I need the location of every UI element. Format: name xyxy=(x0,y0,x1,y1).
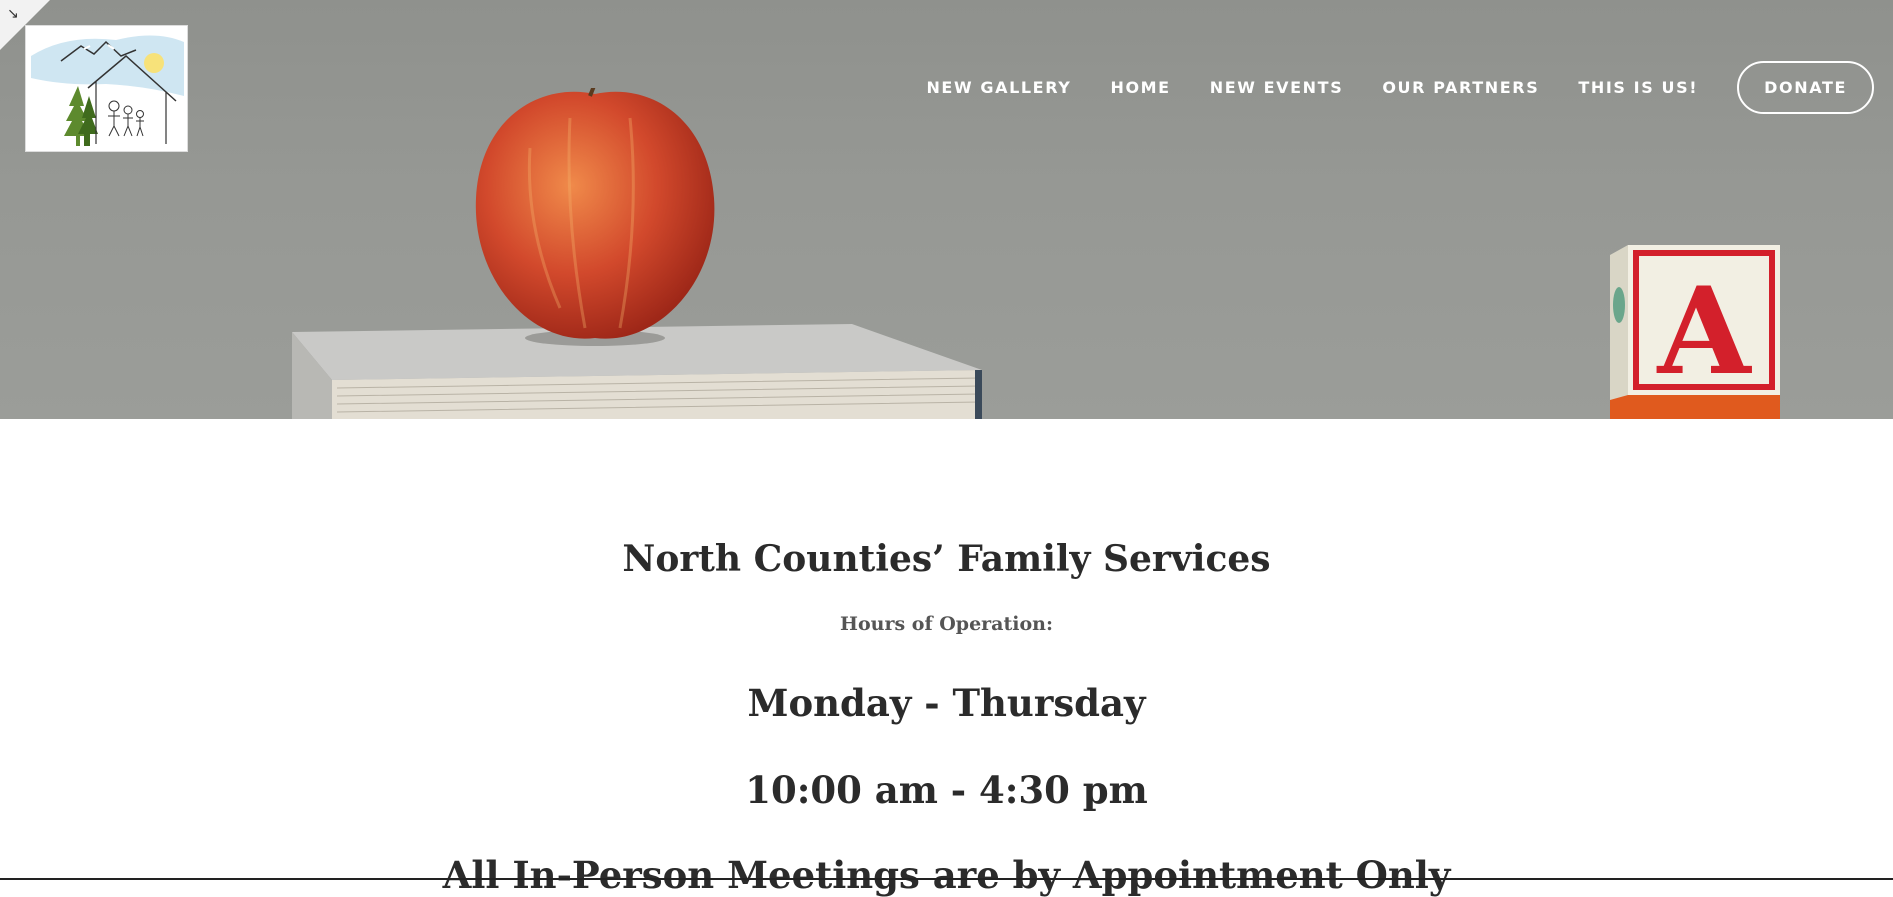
hours-time: 10:00 am - 4:30 pm xyxy=(745,768,1148,812)
collapse-arrow-icon[interactable]: ↘ xyxy=(7,6,19,22)
hero-banner: ↘ NEW GALLERY HOME NEW EVENTS OUR PARTNE… xyxy=(0,0,1893,419)
nav-item-new-events[interactable]: NEW EVENTS xyxy=(1210,78,1344,97)
nav-item-this-is-us[interactable]: THIS IS US! xyxy=(1578,78,1698,97)
hours-days: Monday - Thursday xyxy=(747,681,1146,725)
nav-item-home[interactable]: HOME xyxy=(1110,78,1170,97)
nav-item-our-partners[interactable]: OUR PARTNERS xyxy=(1382,78,1539,97)
apple-image xyxy=(475,88,715,346)
appointment-notice: All In-Person Meetings are by Appointmen… xyxy=(442,853,1451,897)
donate-button[interactable]: DONATE xyxy=(1737,61,1874,114)
family-house-logo-icon xyxy=(26,26,187,151)
page-title: North Counties’ Family Services xyxy=(622,538,1271,580)
hours-label: Hours of Operation: xyxy=(840,613,1053,635)
main-nav: NEW GALLERY HOME NEW EVENTS OUR PARTNERS… xyxy=(887,61,1874,114)
block-letter: A xyxy=(1656,261,1752,402)
nav-item-new-gallery[interactable]: NEW GALLERY xyxy=(926,78,1071,97)
alphabet-block-image: A xyxy=(1610,245,1780,419)
